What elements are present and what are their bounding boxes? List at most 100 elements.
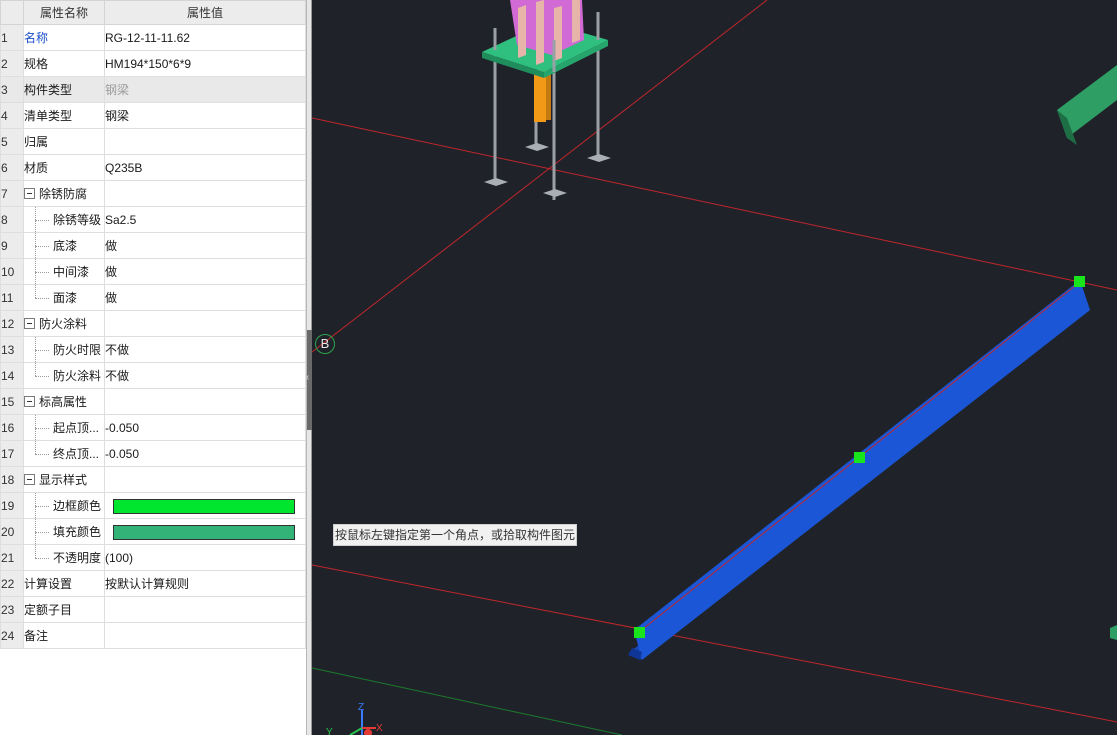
header-value-col[interactable]: 属性值 <box>104 0 306 25</box>
property-label: 备注 <box>23 622 105 649</box>
property-value-name[interactable]: RG-12-11-11.62 <box>104 24 306 51</box>
3d-viewport[interactable]: Z X Y B 按鼠标左键指定第一个角点，或拾取构件图元 <box>312 0 1117 735</box>
grid-axis-line <box>312 117 1117 291</box>
property-group-elevation[interactable]: 15 标高属性 <box>0 388 306 415</box>
row-number: 12 <box>0 310 24 337</box>
group-label[interactable]: 标高属性 <box>23 388 105 415</box>
row-number: 3 <box>0 76 24 103</box>
row-number: 17 <box>0 440 24 467</box>
grip-point-start[interactable] <box>634 627 645 638</box>
steel-beam-green[interactable] <box>1057 65 1117 145</box>
group-label-text: 防火涂料 <box>39 317 88 331</box>
property-value-fill-color[interactable] <box>104 518 306 545</box>
grip-point-mid[interactable] <box>854 452 865 463</box>
row-number: 5 <box>0 128 24 155</box>
property-label: 底漆 <box>23 232 105 259</box>
property-value-end-top[interactable]: -0.050 <box>104 440 306 467</box>
collapse-icon[interactable] <box>24 474 35 485</box>
property-row-intermediate-paint[interactable]: 10 中间漆 做 <box>0 258 306 285</box>
property-row-topcoat[interactable]: 11 面漆 做 <box>0 284 306 311</box>
group-label[interactable]: 防火涂料 <box>23 310 105 337</box>
selected-steel-beam[interactable] <box>628 280 1090 660</box>
app-window: 属性名称 属性值 1 名称 RG-12-11-11.62 2 规格 HM194*… <box>0 0 1117 735</box>
property-value-start-top[interactable]: -0.050 <box>104 414 306 441</box>
property-row-fire-limit[interactable]: 13 防火时限 不做 <box>0 336 306 363</box>
property-value-fire-limit[interactable]: 不做 <box>104 336 306 363</box>
property-row-material[interactable]: 6 材质 Q235B <box>0 154 306 181</box>
property-label-text: 防火涂料 <box>53 369 102 383</box>
property-row-spec[interactable]: 2 规格 HM194*150*6*9 <box>0 50 306 77</box>
row-number: 19 <box>0 492 24 519</box>
group-value <box>104 466 306 493</box>
property-value-calc-settings[interactable]: 按默认计算规则 <box>104 570 306 597</box>
row-number: 2 <box>0 50 24 77</box>
property-group-rust[interactable]: 7 除锈防腐 <box>0 180 306 207</box>
property-value-bill-type[interactable]: 钢梁 <box>104 102 306 129</box>
property-value-belong[interactable] <box>104 128 306 155</box>
group-label-text: 标高属性 <box>39 395 88 409</box>
property-row-border-color[interactable]: 19 边框颜色 <box>0 492 306 519</box>
property-value-topcoat[interactable]: 做 <box>104 284 306 311</box>
property-row-remark[interactable]: 24 备注 <box>0 622 306 649</box>
property-label: 防火时限 <box>23 336 105 363</box>
row-number: 24 <box>0 622 24 649</box>
group-value <box>104 388 306 415</box>
property-value-spec[interactable]: HM194*150*6*9 <box>104 50 306 77</box>
group-label-text: 除锈防腐 <box>39 187 88 201</box>
collapse-icon[interactable] <box>24 396 35 407</box>
property-label: 除锈等级 <box>23 206 105 233</box>
header-name-col[interactable]: 属性名称 <box>23 0 105 25</box>
property-row-calc-settings[interactable]: 22 计算设置 按默认计算规则 <box>0 570 306 597</box>
property-value-rust-grade[interactable]: Sa2.5 <box>104 206 306 233</box>
property-label-text: 起点顶... <box>53 421 100 435</box>
property-row-bill-type[interactable]: 4 清单类型 钢梁 <box>0 102 306 129</box>
ucs-y-label: Y <box>326 727 333 735</box>
property-value-remark[interactable] <box>104 622 306 649</box>
property-row-rust-grade[interactable]: 8 除锈等级 Sa2.5 <box>0 206 306 233</box>
property-label-text: 底漆 <box>53 239 78 253</box>
property-value-primer[interactable]: 做 <box>104 232 306 259</box>
row-number: 9 <box>0 232 24 259</box>
fill-color-swatch[interactable] <box>113 525 295 540</box>
row-number: 4 <box>0 102 24 129</box>
model-scene[interactable]: Z X Y <box>312 0 1117 735</box>
row-number: 14 <box>0 362 24 389</box>
collapse-icon[interactable] <box>24 318 35 329</box>
property-value-component-type: 钢梁 <box>104 76 306 103</box>
collapse-icon[interactable] <box>24 188 35 199</box>
property-row-primer[interactable]: 9 底漆 做 <box>0 232 306 259</box>
property-row-start-top[interactable]: 16 起点顶... -0.050 <box>0 414 306 441</box>
property-label: 填充颜色 <box>23 518 105 545</box>
property-row-opacity[interactable]: 21 不透明度 (100) <box>0 544 306 571</box>
grid-axis-label-b[interactable]: B <box>315 334 335 354</box>
property-label-text: 终点顶... <box>53 447 100 461</box>
group-label[interactable]: 显示样式 <box>23 466 105 493</box>
row-number: 20 <box>0 518 24 545</box>
property-label: 起点顶... <box>23 414 105 441</box>
group-label[interactable]: 除锈防腐 <box>23 180 105 207</box>
row-number: 18 <box>0 466 24 493</box>
property-row-name[interactable]: 1 名称 RG-12-11-11.62 <box>0 24 306 51</box>
property-row-fill-color[interactable]: 20 填充颜色 <box>0 518 306 545</box>
property-value-intermediate-paint[interactable]: 做 <box>104 258 306 285</box>
property-label: 计算设置 <box>23 570 105 597</box>
property-row-fire-coating[interactable]: 14 防火涂料 不做 <box>0 362 306 389</box>
property-group-display[interactable]: 18 显示样式 <box>0 466 306 493</box>
steel-beam-green-edge[interactable] <box>1110 625 1117 640</box>
border-color-swatch[interactable] <box>113 499 295 514</box>
property-value-fire-coating[interactable]: 不做 <box>104 362 306 389</box>
property-label-text: 防火时限 <box>53 343 102 357</box>
property-group-fireproof[interactable]: 12 防火涂料 <box>0 310 306 337</box>
property-value-opacity[interactable]: (100) <box>104 544 306 571</box>
property-row-belong[interactable]: 5 归属 <box>0 128 306 155</box>
grip-point-end[interactable] <box>1074 276 1085 287</box>
property-value-material[interactable]: Q235B <box>104 154 306 181</box>
property-grid: 属性名称 属性值 1 名称 RG-12-11-11.62 2 规格 HM194*… <box>0 0 306 649</box>
property-label: 构件类型 <box>23 76 105 103</box>
property-label: 规格 <box>23 50 105 77</box>
property-row-end-top[interactable]: 17 终点顶... -0.050 <box>0 440 306 467</box>
property-value-border-color[interactable] <box>104 492 306 519</box>
property-row-quota-item[interactable]: 23 定额子目 <box>0 596 306 623</box>
property-label: 防火涂料 <box>23 362 105 389</box>
property-value-quota-item[interactable] <box>104 596 306 623</box>
